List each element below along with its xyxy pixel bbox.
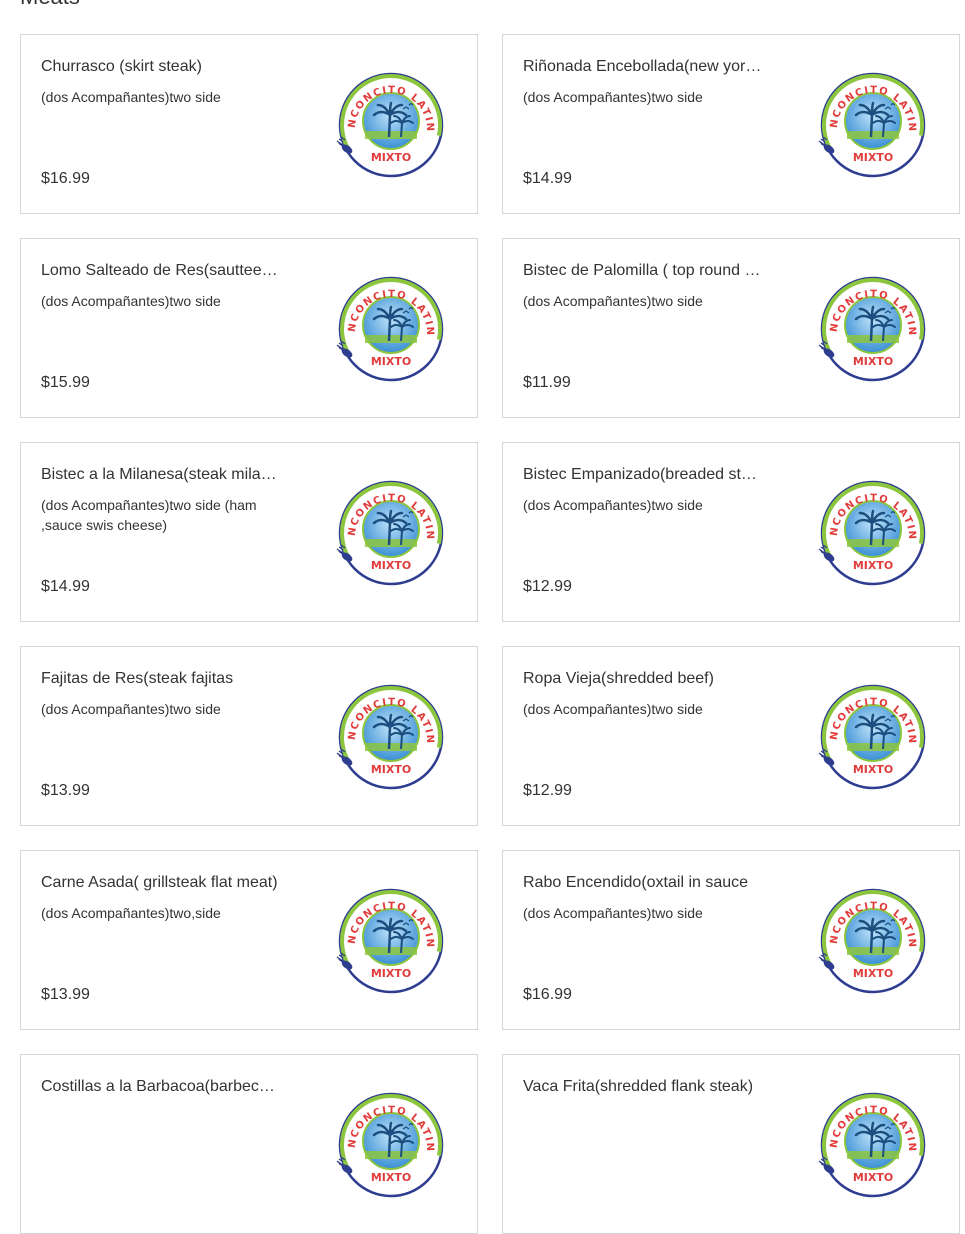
item-name: Churrasco (skirt steak) (41, 58, 202, 75)
section-title: Meats (20, 0, 80, 10)
item-description: (dos Acompañantes)two,side (41, 905, 221, 921)
item-price: $13.99 (41, 782, 90, 799)
item-name: Bistec de Palomilla ( top round steak) (523, 262, 763, 279)
svg-text:MIXTO: MIXTO (853, 967, 893, 980)
restaurant-logo: RINCONCITO LATINOMIXTO (810, 675, 927, 791)
svg-text:MIXTO: MIXTO (853, 763, 893, 776)
svg-text:MIXTO: MIXTO (371, 559, 411, 572)
menu-item-card[interactable]: Rabo Encendido(oxtail in sauce (dos Acom… (502, 850, 960, 1030)
menu-item-card[interactable]: Costillas a la Barbacoa(barbecue ribs) R… (20, 1054, 478, 1234)
restaurant-logo: RINCONCITO LATINOMIXTO (328, 267, 445, 383)
menu-item-card[interactable]: Riñonada Encebollada(new york steak with… (502, 34, 960, 214)
menu-item-card[interactable]: Vaca Frita(shredded flank steak) RINCONC… (502, 1054, 960, 1234)
svg-text:MIXTO: MIXTO (371, 763, 411, 776)
item-name: Costillas a la Barbacoa(barbecue ribs) (41, 1078, 281, 1095)
item-price: $14.99 (41, 578, 90, 595)
restaurant-logo: RINCONCITO LATINOMIXTO (328, 675, 445, 791)
svg-text:MIXTO: MIXTO (371, 967, 411, 980)
restaurant-logo: RINCONCITO LATINOMIXTO (810, 471, 927, 587)
menu-item-card[interactable]: Fajitas de Res(steak fajitas (dos Acompa… (20, 646, 478, 826)
svg-text:MIXTO: MIXTO (853, 1171, 893, 1184)
menu-item-card[interactable]: Bistec Empanizado(breaded steak) (dos Ac… (502, 442, 960, 622)
item-description: (dos Acompañantes)two side (523, 905, 703, 921)
item-name: Carne Asada( grillsteak flat meat) (41, 874, 278, 891)
menu-item-grid: Churrasco (skirt steak) (dos Acompañante… (20, 34, 960, 1234)
item-name: Lomo Salteado de Res(sauttee beef) (41, 262, 281, 279)
svg-text:MIXTO: MIXTO (853, 559, 893, 572)
svg-text:MIXTO: MIXTO (371, 151, 411, 164)
svg-text:MIXTO: MIXTO (853, 151, 893, 164)
item-description: (dos Acompañantes)two side (ham ,sauce s… (41, 497, 257, 533)
svg-text:MIXTO: MIXTO (853, 355, 893, 368)
item-price: $12.99 (523, 578, 572, 595)
item-price: $14.99 (523, 170, 572, 187)
item-name: Ropa Vieja(shredded beef) (523, 670, 714, 687)
item-description: (dos Acompañantes)two side (523, 497, 703, 513)
restaurant-logo: RINCONCITO LATINOMIXTO (328, 879, 445, 995)
item-description: (dos Acompañantes)two side (523, 293, 703, 309)
item-name: Bistec a la Milanesa(steak milanesa) (41, 466, 281, 483)
item-description: (dos Acompañantes)two side (41, 293, 221, 309)
item-price: $12.99 (523, 782, 572, 799)
menu-item-card[interactable]: Ropa Vieja(shredded beef) (dos Acompañan… (502, 646, 960, 826)
item-description: (dos Acompañantes)two side (41, 701, 221, 717)
menu-item-card[interactable]: Bistec de Palomilla ( top round steak) (… (502, 238, 960, 418)
menu-item-card[interactable]: Churrasco (skirt steak) (dos Acompañante… (20, 34, 478, 214)
menu-item-card[interactable]: Bistec a la Milanesa(steak milanesa) (do… (20, 442, 478, 622)
item-price: $16.99 (523, 986, 572, 1003)
menu-item-card[interactable]: Carne Asada( grillsteak flat meat) (dos … (20, 850, 478, 1030)
item-price: $13.99 (41, 986, 90, 1003)
item-name: Bistec Empanizado(breaded steak) (523, 466, 763, 483)
svg-text:MIXTO: MIXTO (371, 355, 411, 368)
item-price: $15.99 (41, 374, 90, 391)
item-description: (dos Acompañantes)two side (523, 701, 703, 717)
restaurant-logo: RINCONCITO LATINOMIXTO (810, 879, 927, 995)
item-name: Riñonada Encebollada(new york steak with… (523, 58, 763, 75)
restaurant-logo: RINCONCITO LATINOMIXTO (328, 471, 445, 587)
item-price: $11.99 (523, 374, 571, 391)
item-name: Fajitas de Res(steak fajitas (41, 670, 234, 687)
restaurant-logo: RINCONCITO LATINOMIXTO (810, 267, 927, 383)
item-name: Rabo Encendido(oxtail in sauce (523, 874, 749, 891)
item-price: $16.99 (41, 170, 90, 187)
restaurant-logo: RINCONCITO LATINOMIXTO (328, 1083, 445, 1199)
item-description: (dos Acompañantes)two side (41, 89, 221, 105)
item-name: Vaca Frita(shredded flank steak) (523, 1078, 754, 1095)
restaurant-logo: RINCONCITO LATINOMIXTO (328, 63, 445, 179)
svg-text:MIXTO: MIXTO (371, 1171, 411, 1184)
restaurant-logo: RINCONCITO LATINOMIXTO (810, 63, 927, 179)
restaurant-logo: RINCONCITO LATINOMIXTO (810, 1083, 927, 1199)
item-description: (dos Acompañantes)two side (523, 89, 703, 105)
menu-item-card[interactable]: Lomo Salteado de Res(sauttee beef) (dos … (20, 238, 478, 418)
